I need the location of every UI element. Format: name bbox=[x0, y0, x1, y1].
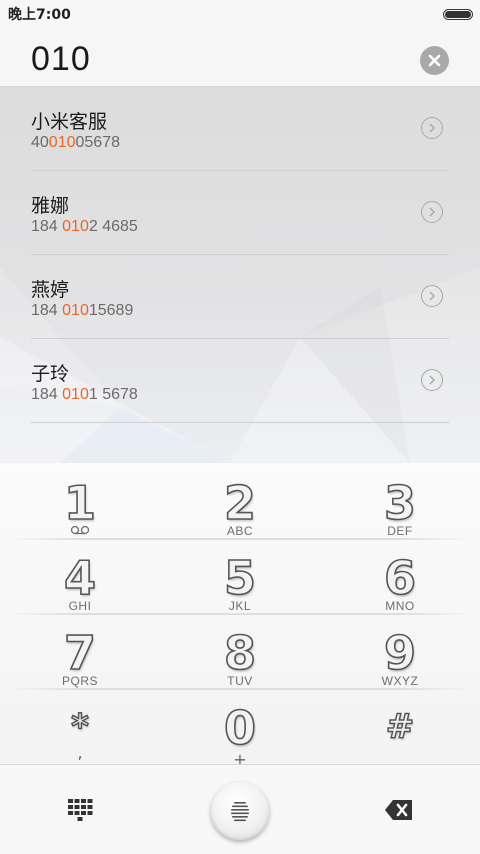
contact-row[interactable]: 燕婷 184 01015689 bbox=[0, 255, 480, 339]
backspace-button[interactable] bbox=[384, 799, 414, 821]
key-digit: 4 bbox=[63, 551, 97, 605]
chevron-right-icon bbox=[429, 123, 435, 133]
contact-row[interactable]: 小米客服 4001005678 bbox=[0, 87, 480, 171]
key-digit: 9 bbox=[383, 626, 417, 680]
clear-number-button[interactable] bbox=[420, 46, 449, 75]
key-2[interactable]: 2 ABC bbox=[160, 463, 320, 538]
key-letters: JKL bbox=[228, 599, 252, 613]
dialed-number-bar: 010 bbox=[0, 28, 480, 87]
contact-detail-button[interactable] bbox=[421, 117, 443, 139]
contact-number: 184 0102 4685 bbox=[31, 218, 138, 235]
contact-name: 燕婷 bbox=[31, 279, 70, 301]
contact-detail-button[interactable] bbox=[421, 201, 443, 223]
key-letters: DEF bbox=[387, 524, 413, 538]
key-7[interactable]: 7 PQRS bbox=[0, 613, 160, 688]
key-letters: TUV bbox=[227, 674, 253, 688]
key-digit: 5 bbox=[223, 551, 257, 605]
key-digit: 7 bbox=[63, 626, 97, 680]
dialed-number[interactable]: 010 bbox=[31, 40, 91, 79]
key-digit: 0 bbox=[223, 701, 257, 755]
key-digit: 2 bbox=[223, 476, 257, 530]
battery-icon bbox=[443, 8, 473, 20]
key-digit: 8 bbox=[223, 626, 257, 680]
voicemail-icon bbox=[70, 524, 90, 538]
dial-keypad: 1 2 ABC 3 DEF 4 GHI 5 JKL 6 MNO 7 PQRS 8… bbox=[0, 463, 480, 768]
contact-detail-button[interactable] bbox=[421, 285, 443, 307]
key-symbol: # bbox=[385, 707, 415, 747]
key-letters: PQRS bbox=[61, 674, 98, 688]
backspace-icon bbox=[385, 800, 412, 820]
key-letters: WXYZ bbox=[381, 674, 419, 688]
key-digit: 6 bbox=[383, 551, 417, 605]
contact-number: 184 0101 5678 bbox=[31, 386, 138, 403]
key-8[interactable]: 8 TUV bbox=[160, 613, 320, 688]
status-bar: 晚上7:00 bbox=[0, 0, 480, 28]
bottom-action-bar bbox=[0, 764, 480, 854]
contact-number: 184 01015689 bbox=[31, 302, 134, 319]
contact-name: 雅娜 bbox=[31, 195, 70, 217]
key-digit: 3 bbox=[383, 476, 417, 530]
contact-number: 4001005678 bbox=[31, 134, 120, 151]
contact-results-list: 小米客服 4001005678 雅娜 184 0102 4685 燕婷 184 … bbox=[0, 87, 480, 463]
dialpad-toggle-button[interactable] bbox=[66, 797, 94, 823]
key-sub: , bbox=[77, 743, 83, 762]
contact-name: 子玲 bbox=[31, 363, 70, 385]
key-hash[interactable]: # bbox=[320, 688, 480, 763]
key-1[interactable]: 1 bbox=[0, 463, 160, 538]
key-6[interactable]: 6 MNO bbox=[320, 538, 480, 613]
contact-row[interactable]: 子玲 184 0101 5678 bbox=[0, 339, 480, 423]
key-letters: MNO bbox=[385, 599, 415, 613]
key-letters: GHI bbox=[68, 599, 92, 613]
key-0[interactable]: 0 + bbox=[160, 688, 320, 767]
chevron-right-icon bbox=[429, 375, 435, 385]
call-icon bbox=[231, 802, 249, 822]
status-time: 晚上7:00 bbox=[8, 7, 71, 23]
call-button[interactable] bbox=[211, 782, 269, 840]
contact-detail-button[interactable] bbox=[421, 369, 443, 391]
key-5[interactable]: 5 JKL bbox=[160, 538, 320, 613]
chevron-right-icon bbox=[429, 291, 435, 301]
dialpad-grid-icon bbox=[68, 799, 93, 821]
row-divider bbox=[31, 422, 449, 423]
clear-icon bbox=[428, 54, 441, 67]
key-digit: 1 bbox=[63, 476, 97, 530]
chevron-right-icon bbox=[429, 207, 435, 217]
contact-name: 小米客服 bbox=[31, 111, 108, 133]
key-4[interactable]: 4 GHI bbox=[0, 538, 160, 613]
key-9[interactable]: 9 WXYZ bbox=[320, 613, 480, 688]
contact-row[interactable]: 雅娜 184 0102 4685 bbox=[0, 171, 480, 255]
key-symbol: * bbox=[70, 707, 89, 747]
key-letters: ABC bbox=[226, 524, 254, 538]
key-star[interactable]: * , bbox=[0, 688, 160, 763]
key-3[interactable]: 3 DEF bbox=[320, 463, 480, 538]
